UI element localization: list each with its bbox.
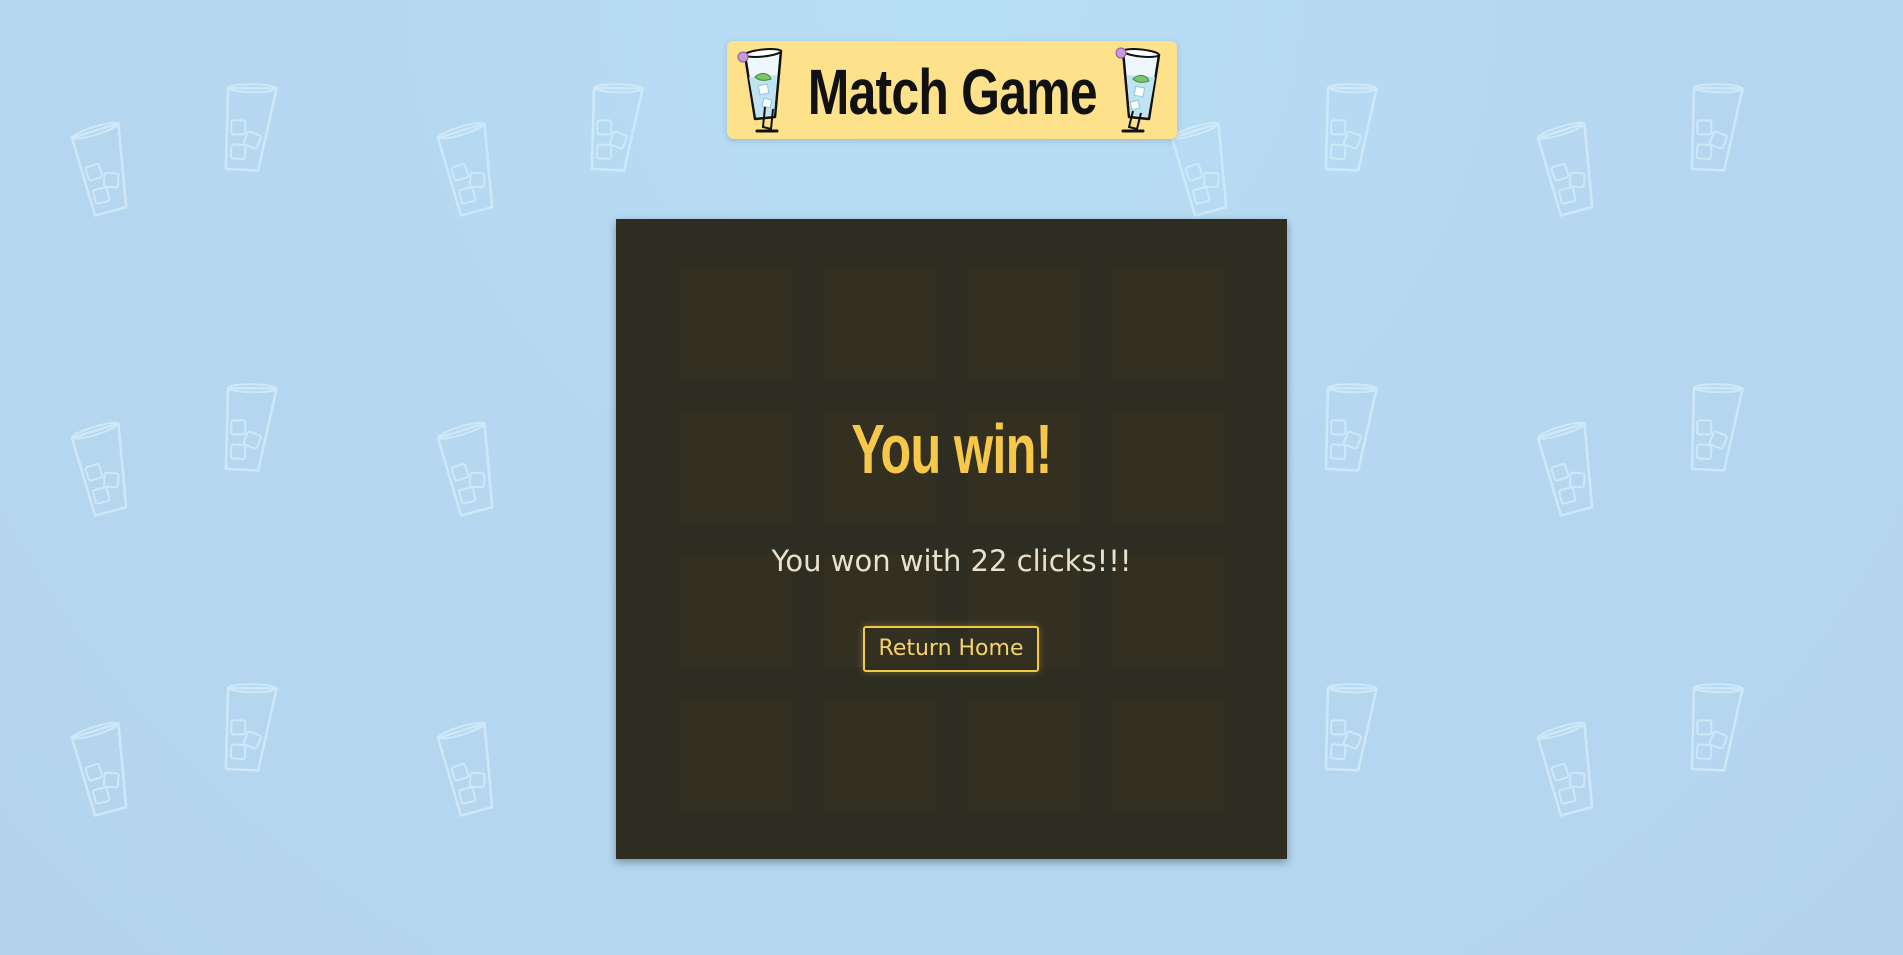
return-home-button[interactable]: Return Home	[863, 626, 1039, 672]
win-overlay: You win! You won with 22 clicks!!! Retur…	[616, 219, 1287, 859]
win-title: You win!	[851, 410, 1052, 488]
page-title: Match Game	[807, 56, 1097, 128]
cocktail-glass-icon	[1115, 47, 1161, 133]
cocktail-glass-icon	[737, 48, 783, 133]
title-banner: Match Game	[727, 41, 1177, 139]
win-message: You won with 22 clicks!!!	[771, 544, 1132, 578]
game-board: You win! You won with 22 clicks!!! Retur…	[616, 219, 1287, 859]
